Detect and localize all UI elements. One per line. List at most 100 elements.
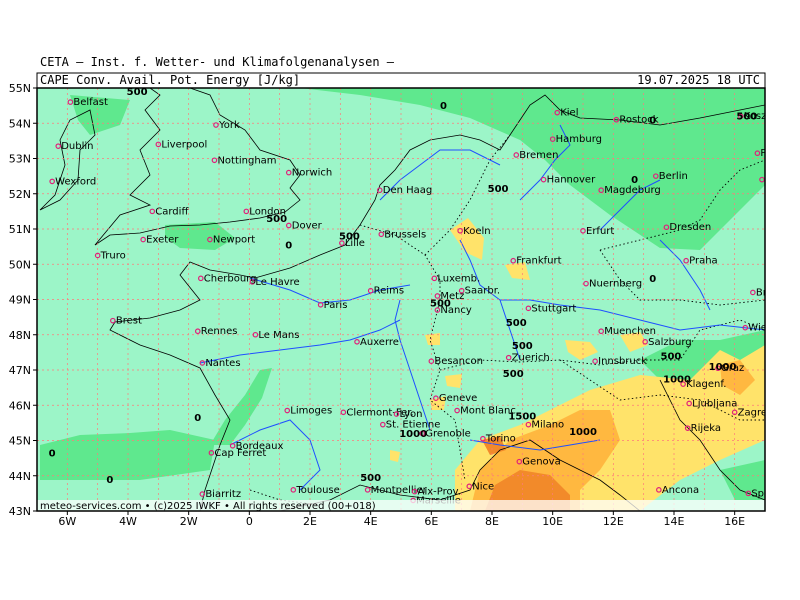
city-label: York: [218, 120, 240, 131]
city-label: Newport: [213, 235, 255, 246]
city-label: Hannover: [547, 175, 597, 186]
contour-label: 0: [194, 413, 201, 424]
lon-label: 8E: [485, 515, 499, 528]
contour-label: 500: [266, 214, 287, 225]
lon-label: 12E: [603, 515, 624, 528]
contour-label: 0: [285, 240, 292, 251]
lon-label: 4W: [119, 515, 137, 528]
city-label: Pila: [760, 148, 778, 159]
city-label: Rennes: [201, 326, 238, 337]
contour-label: 1500: [508, 411, 536, 422]
city-label: Nice: [472, 481, 494, 492]
city-label: Koeln: [463, 226, 490, 237]
lat-label: 52N: [9, 188, 31, 201]
contour-label: 0: [631, 175, 638, 186]
city-label: Genova: [522, 457, 560, 468]
contour-label: 1000: [709, 362, 737, 373]
contour-label: 500: [430, 299, 451, 310]
lat-label: 47N: [9, 364, 31, 377]
lat-label: 53N: [9, 153, 31, 166]
lon-label: 10E: [542, 515, 563, 528]
city-label: Bremen: [519, 150, 558, 161]
city-label: Stuttgart: [531, 303, 576, 314]
lat-label: 46N: [9, 399, 31, 412]
contour-label: 0: [649, 115, 656, 126]
contour-label: 500: [661, 351, 682, 362]
city-label: Zuerich: [512, 353, 550, 364]
contour-label: 500: [736, 112, 757, 123]
contour-label: 500: [488, 184, 509, 195]
contour-label: 1000: [663, 374, 691, 385]
city-label: Limoges: [290, 406, 332, 417]
lat-label: 48N: [9, 329, 31, 342]
city-label: Nottingham: [217, 155, 276, 166]
city-label: Dresden: [669, 222, 711, 233]
lat-label: 43N: [9, 505, 31, 518]
lat-label: 54N: [9, 117, 31, 130]
city-label: Belfast: [73, 97, 108, 108]
city-label: Nantes: [205, 358, 240, 369]
city-label: Dublin: [61, 141, 93, 152]
lon-label: 14E: [664, 515, 685, 528]
city-label: Rijeka: [691, 423, 721, 434]
contour-label: 500: [506, 318, 527, 329]
city-label: Brest: [116, 316, 142, 327]
contour-label: 0: [440, 101, 447, 112]
city-label: Brussels: [384, 229, 426, 240]
city-label: Zagreb: [738, 407, 774, 418]
lat-label: 55N: [9, 82, 31, 95]
city-label: Paris: [324, 300, 348, 311]
cape-map: Belfast Dublin Wexford York Liverpool Notting…: [9, 72, 800, 528]
city-label: Innsbruck: [598, 356, 647, 367]
lon-label: 2E: [303, 515, 317, 528]
city-label: Toulouse: [295, 485, 339, 496]
lat-label: 45N: [9, 435, 31, 448]
lon-label: 0: [246, 515, 253, 528]
city-label: Saarbr.: [465, 286, 500, 297]
city-label: Ljubljana: [692, 398, 737, 409]
city-label: Lyon: [399, 409, 422, 420]
lon-label: 2W: [180, 515, 198, 528]
contour-label: 1000: [399, 429, 427, 440]
contour-label: 0: [649, 274, 656, 285]
contour-label: 500: [339, 232, 360, 243]
city-label: Cap Ferret: [214, 448, 266, 459]
contour-label: 0: [49, 448, 56, 459]
city-label: Erfurt: [586, 226, 614, 237]
city-label: Poznan: [765, 175, 800, 186]
city-label: Cardiff: [155, 206, 189, 217]
city-label: Liverpool: [161, 139, 207, 150]
city-label: Truro: [100, 250, 126, 261]
city-label: Le Havre: [255, 277, 299, 288]
city-label: Nuernberg: [589, 279, 642, 290]
city-label: Grenoble: [425, 428, 471, 439]
city-label: Geneve: [439, 393, 477, 404]
city-label: Torino: [485, 434, 516, 445]
city-label: Biarritz: [205, 489, 241, 500]
city-label: Le Mans: [258, 330, 299, 341]
lat-label: 49N: [9, 294, 31, 307]
city-label: Milano: [531, 420, 564, 431]
lat-label: 51N: [9, 223, 31, 236]
city-label: Norwich: [292, 168, 333, 179]
city-label: Dover: [292, 220, 323, 231]
lon-label: 6E: [424, 515, 438, 528]
city-label: Exeter: [146, 235, 179, 246]
city-label: Auxerre: [360, 337, 399, 348]
city-label: Berlin: [659, 171, 688, 182]
lon-label: 6W: [58, 515, 76, 528]
contour-label: 500: [512, 341, 533, 352]
city-label: Luxemb.: [437, 273, 480, 284]
city-label: Brno: [756, 287, 779, 298]
city-label: Muenchen: [604, 326, 656, 337]
lon-label: 16E: [724, 515, 745, 528]
city-label: Besancon: [434, 356, 483, 367]
city-label: Wien: [748, 323, 773, 334]
contour-label: 1000: [569, 427, 597, 438]
lat-label: 50N: [9, 258, 31, 271]
lat-label: 44N: [9, 470, 31, 483]
title-box: [36, 72, 766, 89]
city-label: Praha: [689, 256, 718, 267]
city-label: Ancona: [662, 485, 699, 496]
lon-label: 4E: [364, 515, 378, 528]
